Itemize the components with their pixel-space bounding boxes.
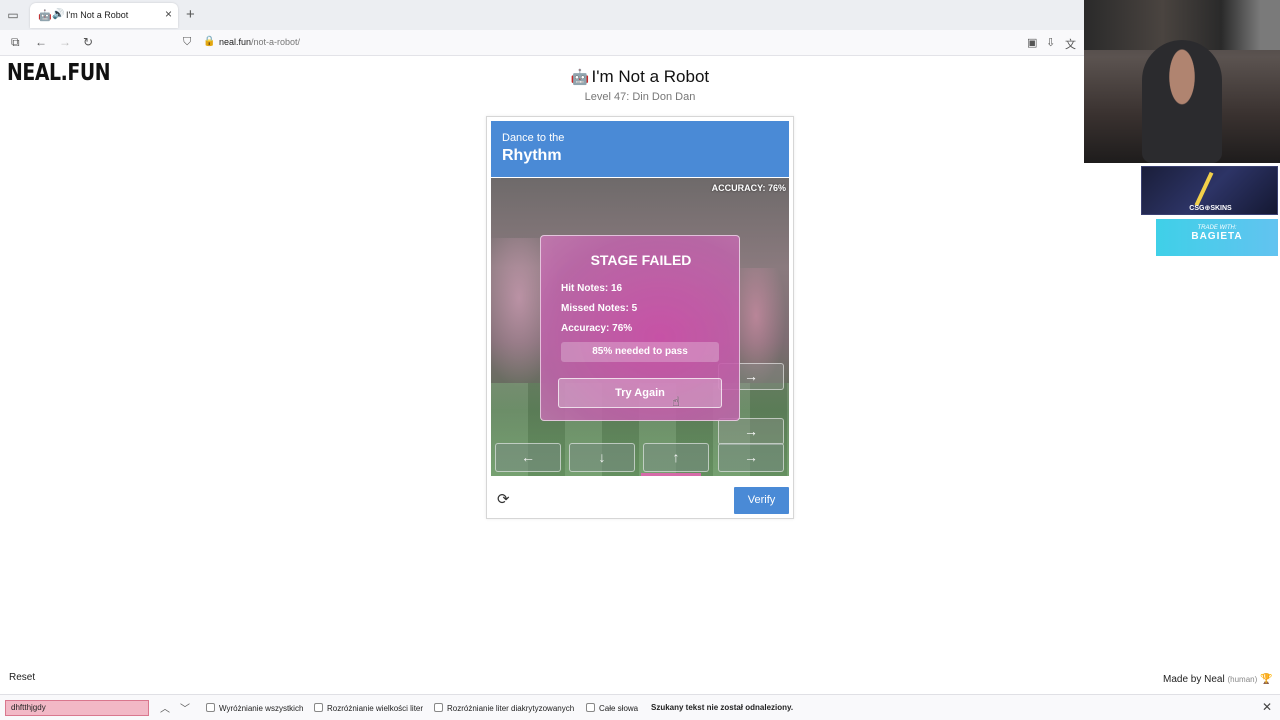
captcha-instruction-bold: Rhythm bbox=[502, 147, 562, 164]
sponsor-banner-text: CSG⊕SKINS bbox=[1189, 205, 1232, 212]
find-input[interactable]: dhftthjgdy bbox=[5, 700, 149, 716]
find-next-icon[interactable]: ﹀ bbox=[180, 700, 190, 715]
checkbox-icon bbox=[206, 703, 215, 712]
picture-icon[interactable]: ▣ bbox=[1027, 36, 1037, 49]
robot-favicon-icon: 🤖 bbox=[38, 10, 52, 22]
trade-banner-line2: BAGIETA bbox=[1191, 231, 1243, 242]
made-by-link[interactable]: Made by Neal (human) 🏆 bbox=[1163, 674, 1273, 685]
tab-active[interactable]: 🤖 🔊 I'm Not a Robot × bbox=[30, 3, 178, 28]
hand-cursor-icon: ☝ bbox=[672, 394, 680, 409]
captcha-instruction: Dance to the bbox=[502, 132, 565, 144]
match-diacritics-checkbox[interactable]: Rozróżnianie liter diakrytyzowanych bbox=[434, 703, 574, 713]
sidebar-icon[interactable]: ⧉ bbox=[11, 35, 20, 50]
sponsor-banner-trade: TRADE WITH: BAGIETA bbox=[1156, 219, 1278, 256]
song-progress bbox=[641, 473, 701, 476]
match-case-label: Rozróżnianie wielkości liter bbox=[327, 704, 424, 713]
highlight-all-checkbox[interactable]: Wyróżnianie wszystkich bbox=[206, 703, 303, 713]
modal-title: STAGE FAILED bbox=[590, 252, 692, 268]
webcam-overlay bbox=[1084, 0, 1280, 163]
robot-icon: 🤖 bbox=[570, 69, 590, 86]
forward-icon[interactable]: → bbox=[59, 35, 71, 49]
trophy-icon: 🏆 bbox=[1260, 674, 1273, 685]
match-case-checkbox[interactable]: Rozróżnianie wielkości liter bbox=[314, 703, 423, 713]
lightning-icon bbox=[1194, 171, 1214, 207]
url-bar[interactable]: neal.fun/not-a-robot/ bbox=[219, 37, 300, 47]
close-find-icon[interactable]: ✕ bbox=[1262, 700, 1272, 714]
captcha-widget: Dance to the Rhythm ACCURACY: 76% → → ← … bbox=[486, 116, 794, 519]
match-diacritics-label: Rozróżnianie liter diakrytyzowanych bbox=[447, 704, 575, 713]
find-bar: dhftthjgdy ︿ ﹀ Wyróżnianie wszystkich Ro… bbox=[0, 694, 1280, 720]
hit-notes-stat: Hit Notes: 16 bbox=[561, 283, 623, 294]
stage-failed-modal: STAGE FAILED Hit Notes: 16 Missed Notes:… bbox=[540, 235, 740, 421]
checkbox-icon bbox=[586, 703, 595, 712]
translate-icon[interactable]: 文 bbox=[1065, 36, 1076, 52]
human-label: (human) bbox=[1227, 675, 1258, 684]
shield-icon[interactable]: ⛉ bbox=[183, 36, 191, 49]
left-arrow-key[interactable]: ← bbox=[495, 443, 561, 472]
missed-notes-stat: Missed Notes: 5 bbox=[561, 303, 638, 314]
neal-fun-logo[interactable]: NEAL.FUN bbox=[7, 60, 111, 86]
url-path: /not-a-robot/ bbox=[251, 37, 301, 47]
reset-button[interactable]: Reset bbox=[9, 672, 35, 683]
made-by-text: Made by Neal bbox=[1163, 674, 1225, 685]
checkbox-icon bbox=[434, 703, 443, 712]
checkbox-icon bbox=[314, 703, 323, 712]
new-tab-icon[interactable]: + bbox=[186, 6, 195, 23]
pass-requirement: 85% needed to pass bbox=[561, 342, 719, 362]
speaker-icon[interactable]: 🔊 bbox=[52, 9, 64, 20]
back-icon[interactable]: ← bbox=[35, 35, 47, 49]
close-tab-icon[interactable]: × bbox=[165, 7, 172, 21]
url-host: neal.fun bbox=[219, 37, 252, 47]
falling-note-right: → bbox=[718, 418, 784, 445]
accuracy-stat: Accuracy: 76% bbox=[561, 323, 633, 334]
reload-icon[interactable]: ↻ bbox=[83, 35, 93, 49]
accuracy-badge: ACCURACY: 76% bbox=[711, 183, 786, 193]
whole-words-checkbox[interactable]: Całe słowa bbox=[586, 703, 638, 713]
tab-list-icon[interactable]: ▭ bbox=[6, 8, 20, 22]
find-status: Szukany tekst nie został odnaleziony. bbox=[651, 703, 794, 712]
highlight-all-label: Wyróżnianie wszystkich bbox=[219, 704, 304, 713]
page-title: 🤖 I'm Not a Robot bbox=[440, 67, 840, 87]
lock-icon[interactable]: 🔒 bbox=[203, 36, 215, 47]
sponsor-banner-skins: CSG⊕SKINS bbox=[1141, 166, 1278, 215]
down-arrow-key[interactable]: ↓ bbox=[569, 443, 635, 472]
right-arrow-key[interactable]: → bbox=[718, 443, 784, 472]
up-arrow-key[interactable]: ↑ bbox=[643, 443, 709, 472]
captcha-header: Dance to the Rhythm bbox=[491, 121, 789, 177]
refresh-icon[interactable]: ⟳ bbox=[497, 490, 510, 508]
page-title-text: I'm Not a Robot bbox=[591, 67, 710, 86]
save-icon[interactable]: ⇩ bbox=[1046, 36, 1055, 49]
find-previous-icon[interactable]: ︿ bbox=[160, 700, 170, 715]
verify-button[interactable]: Verify bbox=[734, 487, 789, 514]
level-subtitle: Level 47: Din Don Dan bbox=[584, 91, 696, 103]
rhythm-game-area[interactable]: ACCURACY: 76% → → ← ↓ ↑ → STAGE FAILED H… bbox=[491, 178, 789, 476]
tab-title: I'm Not a Robot bbox=[66, 10, 129, 20]
try-again-button[interactable]: Try Again bbox=[558, 378, 722, 408]
streamer-figure bbox=[1142, 40, 1222, 163]
whole-words-label: Całe słowa bbox=[599, 704, 639, 713]
